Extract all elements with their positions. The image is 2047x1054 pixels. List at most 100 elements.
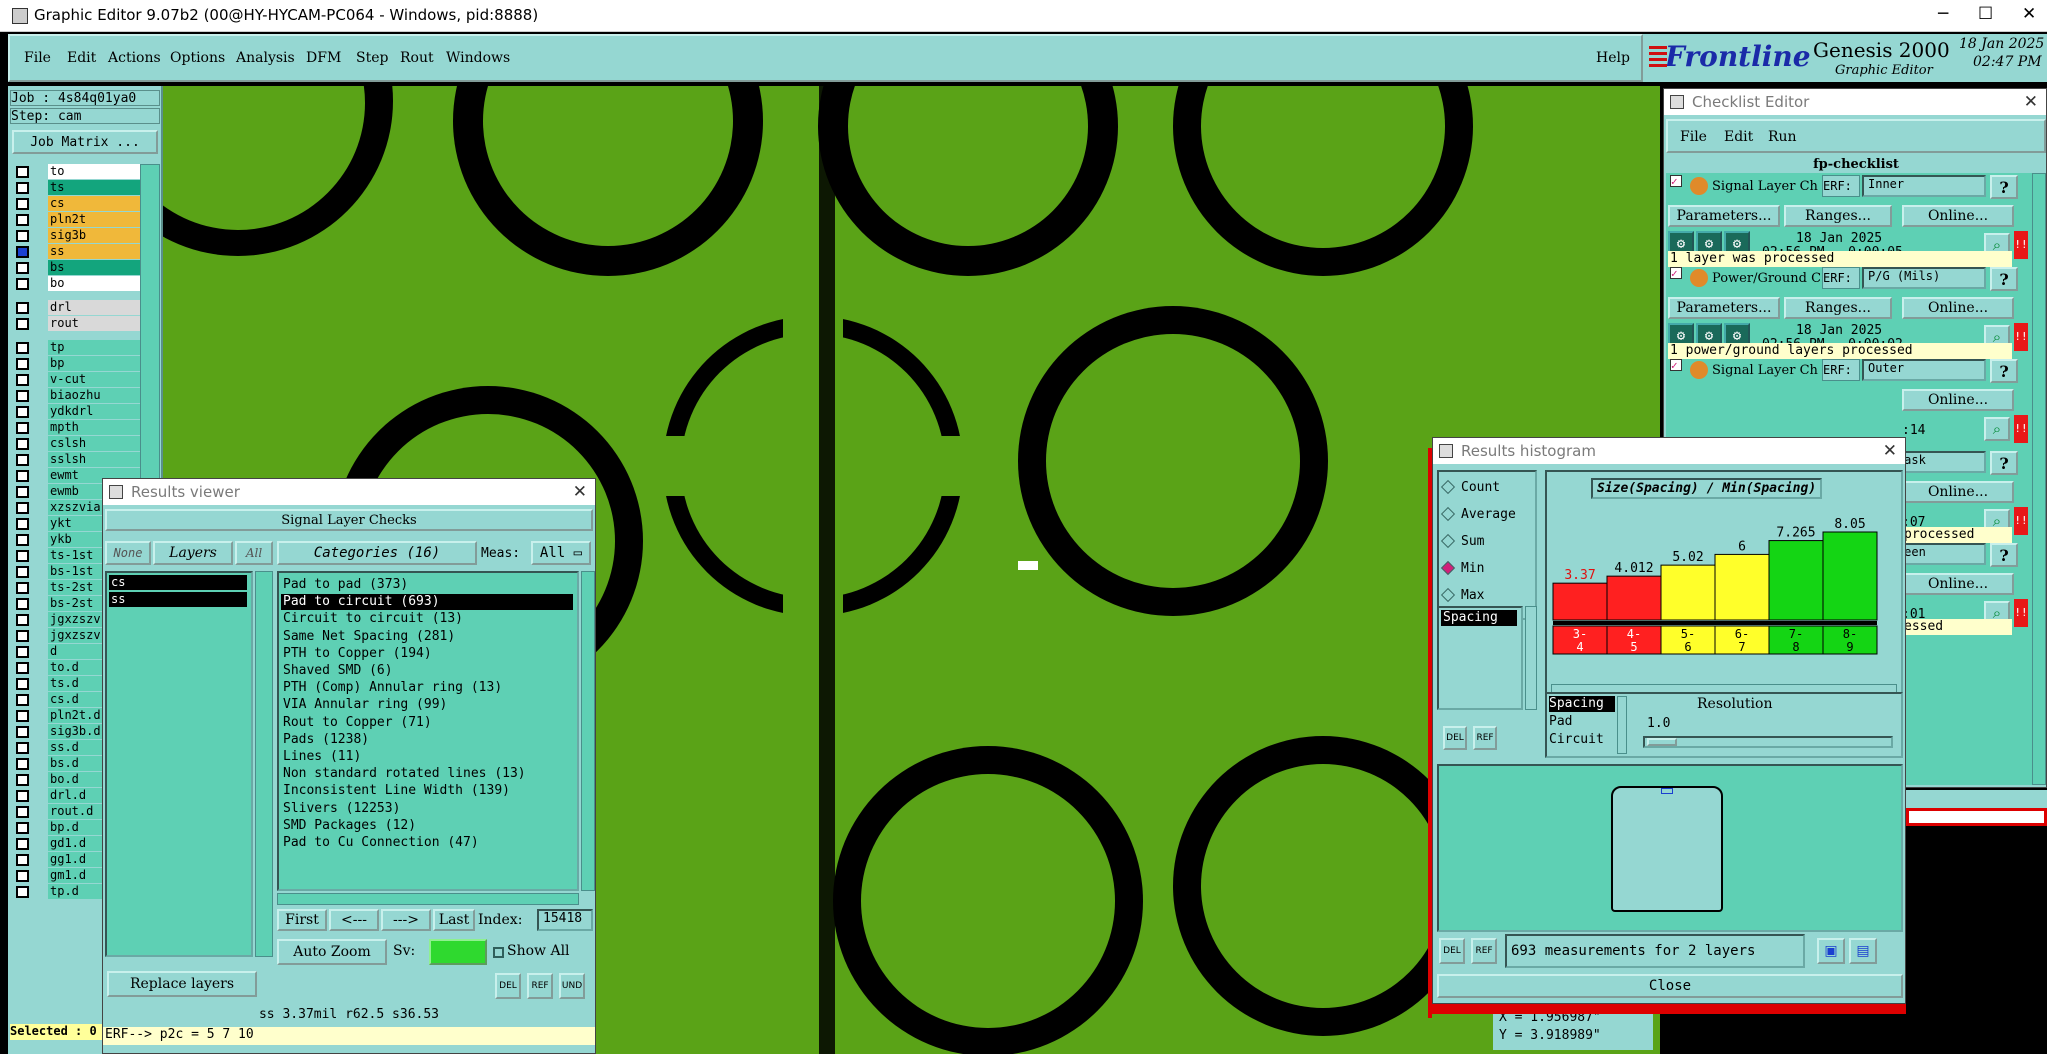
layer-row[interactable]: tp [8,340,140,356]
parameters-button[interactable]: Parameters... [1668,297,1780,319]
category-list[interactable]: Pad to pad (373) Pad to circuit (693) Circ… [277,571,579,891]
layer-row[interactable]: drl [8,300,140,316]
layers-none-button[interactable]: None [105,541,151,565]
category-item[interactable]: Lines (11) [281,749,573,765]
ce-close-icon[interactable]: ✕ [2024,89,2038,115]
layer-name[interactable]: ts [48,180,140,195]
layer-checkbox[interactable] [16,438,29,450]
layer-checkbox[interactable] [16,550,29,562]
layer-checkbox[interactable] [16,710,29,722]
layer-checkbox[interactable] [16,358,29,370]
erf-value[interactable]: P/G (Mils) [1862,267,1986,289]
layer-checkbox[interactable] [16,374,29,386]
hist-close-icon[interactable]: ✕ [1883,438,1897,464]
category-item[interactable]: Non standard rotated lines (13) [281,766,573,782]
layer-row[interactable]: biaozhu [8,388,140,404]
show-all-checkbox[interactable] [493,947,504,958]
layer-checkbox[interactable] [16,582,29,594]
zoom-out-icon[interactable]: ▤ [1849,938,1877,964]
category-scrollbar[interactable] [581,571,595,891]
layer-checkbox[interactable] [16,758,29,770]
hist-ref-left-button[interactable]: REF [1473,726,1497,750]
zoom-in-icon[interactable]: ▣ [1817,938,1845,964]
layer-checkbox[interactable] [16,454,29,466]
layer-row[interactable]: ts [8,180,140,196]
action-enabled-checkbox[interactable]: ✓ [1670,267,1682,279]
layers-all-button[interactable]: All [235,541,273,565]
category-item[interactable]: PTH (Comp) Annular ring (13) [281,680,573,696]
layer-row[interactable]: bp [8,356,140,372]
layer-checkbox[interactable] [16,774,29,786]
layer-checkbox[interactable] [16,662,29,674]
parameters-button[interactable]: Parameters... [1668,205,1780,227]
layer-checkbox[interactable] [16,278,29,290]
sv-color-select[interactable] [429,939,487,965]
layer-name[interactable]: drl [48,300,140,315]
erf-value[interactable]: Inner [1862,175,1986,197]
layer-checkbox[interactable] [16,742,29,754]
category-item[interactable]: Same Net Spacing (281) [281,629,573,645]
hist-del-button[interactable]: DEL [1439,938,1465,964]
category-hscrollbar[interactable] [277,893,579,905]
layer-row[interactable]: cslsh [8,436,140,452]
first-button[interactable]: First [277,909,327,931]
menu-rout[interactable]: Rout [400,50,434,66]
layer-checkbox[interactable] [16,614,29,626]
menu-windows[interactable]: Windows [446,50,510,66]
menu-analysis[interactable]: Analysis [236,50,295,66]
categories-tab[interactable]: Categories (16) [277,541,477,565]
rv-und-button[interactable]: UND [559,973,585,999]
layer-row[interactable]: sslsh [8,452,140,468]
res-item-spacing[interactable]: Spacing [1549,696,1615,712]
histogram-bar[interactable] [1606,575,1662,621]
layer-row[interactable]: bs [8,260,140,276]
layer-checkbox[interactable] [16,342,29,354]
help-button[interactable]: ? [1990,543,2018,567]
layer-name[interactable]: ydkdrl [48,404,140,419]
layer-name[interactable]: rout [48,316,140,331]
histogram-bar[interactable] [1822,531,1878,621]
layer-checkbox[interactable] [16,694,29,706]
rv-layer-list[interactable]: cs ss [105,571,253,957]
layer-checkbox[interactable] [16,230,29,242]
online-button[interactable]: Online... [1902,389,2014,411]
layer-checkbox[interactable] [16,870,29,882]
meas-select[interactable]: All ▭ [531,541,591,565]
layer-checkbox[interactable] [16,246,29,258]
index-input[interactable]: 15418 [537,909,593,931]
menu-options[interactable]: Options [170,50,225,66]
layer-checkbox[interactable] [16,646,29,658]
histogram-bar[interactable] [1714,553,1770,621]
minimize-button[interactable]: ─ [1938,4,1948,24]
layer-checkbox[interactable] [16,566,29,578]
layer-checkbox[interactable] [16,630,29,642]
help-button[interactable]: ? [1990,359,2018,383]
menu-file[interactable]: File [24,50,51,66]
action-enabled-checkbox[interactable]: ✓ [1670,359,1682,371]
layer-name[interactable]: tp [48,340,140,355]
ranges-button[interactable]: Ranges... [1784,297,1892,319]
layer-name[interactable]: cs [48,196,140,211]
category-item[interactable]: Pad to circuit (693) [281,594,573,611]
menu-step[interactable]: Step [356,50,388,66]
layer-name[interactable]: ss [48,244,140,259]
layer-checkbox[interactable] [16,854,29,866]
layer-checkbox[interactable] [16,422,29,434]
res-scrollbar[interactable] [1617,696,1627,754]
ce-scrollbar[interactable] [2032,173,2046,785]
layer-checkbox[interactable] [16,470,29,482]
help-button[interactable]: ? [1990,451,2018,475]
layer-checkbox[interactable] [16,390,29,402]
online-button[interactable]: Online... [1902,573,2014,595]
hist-close-button[interactable]: Close [1437,974,1903,998]
layer-name[interactable]: sig3b [48,228,140,243]
online-button[interactable]: Online... [1902,481,2014,503]
layer-checkbox[interactable] [16,302,29,314]
layer-checkbox[interactable] [16,262,29,274]
menu-edit[interactable]: Edit [67,50,96,66]
layer-checkbox[interactable] [16,166,29,178]
ce-menu-edit[interactable]: Edit [1724,129,1753,145]
histogram-bar[interactable] [1768,540,1824,621]
resolution-slider[interactable] [1643,736,1893,748]
field-item-spacing[interactable]: Spacing [1441,610,1517,626]
